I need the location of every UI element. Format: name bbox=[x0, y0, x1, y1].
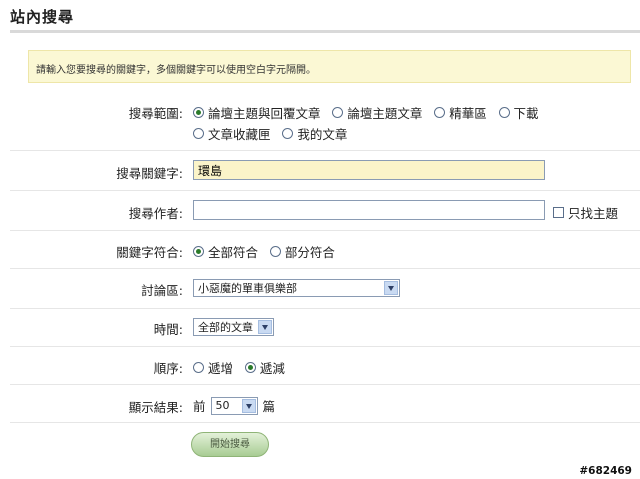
scope-option-featured[interactable]: 精華區 bbox=[434, 103, 487, 122]
scope-option-topics[interactable]: 論壇主題文章 bbox=[332, 103, 422, 122]
author-label: 搜尋作者: bbox=[128, 206, 183, 221]
page-title: 站內搜尋 bbox=[10, 8, 75, 26]
watermark: #682469 bbox=[579, 465, 632, 477]
scope-option-topics-replies[interactable]: 論壇主題與回覆文章 bbox=[193, 103, 321, 122]
scope-option-downloads[interactable]: 下載 bbox=[498, 103, 539, 122]
chevron-down-icon[interactable] bbox=[258, 320, 272, 334]
start-search-button[interactable]: 開始搜尋 bbox=[191, 432, 269, 457]
scope-row: 搜尋範圍: 論壇主題與回覆文章 論壇主題文章 精華區 下載 文章收藏匣 我的文章 bbox=[28, 103, 631, 145]
forum-select[interactable]: 小惡魔的單車俱樂部 bbox=[193, 279, 400, 297]
radio-icon[interactable] bbox=[434, 107, 446, 118]
keyword-row: 搜尋關鍵字: bbox=[28, 160, 631, 182]
results-prefix: 前 bbox=[193, 399, 206, 414]
match-options: 全部符合 部分符合 bbox=[193, 242, 343, 261]
results-row: 顯示結果: 前 50 篇 bbox=[28, 396, 631, 416]
match-option-any[interactable]: 部分符合 bbox=[269, 242, 335, 261]
radio-selected-icon[interactable] bbox=[193, 246, 204, 257]
results-label: 顯示結果: bbox=[128, 400, 183, 415]
match-label: 關鍵字符合: bbox=[116, 245, 183, 260]
topic-only-checkbox[interactable]: 只找主題 bbox=[553, 203, 618, 222]
radio-icon[interactable] bbox=[498, 107, 510, 118]
radio-selected-icon[interactable] bbox=[193, 107, 204, 118]
author-row: 搜尋作者: 只找主題 bbox=[28, 200, 631, 222]
time-label: 時間: bbox=[153, 322, 183, 337]
radio-icon[interactable] bbox=[193, 362, 204, 373]
notice-box: 請輸入您要搜尋的關鍵字，多個關鍵字可以使用空白字元隔開。 bbox=[28, 50, 631, 83]
author-input[interactable] bbox=[193, 200, 545, 220]
order-option-ascending[interactable]: 遞增 bbox=[193, 358, 233, 377]
radio-icon[interactable] bbox=[193, 128, 204, 139]
forum-label: 討論區: bbox=[141, 283, 183, 298]
row-divider bbox=[10, 150, 640, 151]
notice-text: 請輸入您要搜尋的關鍵字，多個關鍵字可以使用空白字元隔開。 bbox=[36, 65, 316, 76]
time-select[interactable]: 全部的文章 bbox=[193, 318, 274, 336]
match-option-all[interactable]: 全部符合 bbox=[193, 242, 258, 261]
keyword-input[interactable] bbox=[193, 160, 545, 180]
match-row: 關鍵字符合: 全部符合 部分符合 bbox=[28, 241, 631, 261]
checkbox-icon[interactable] bbox=[553, 207, 564, 218]
results-suffix: 篇 bbox=[262, 399, 276, 414]
order-label: 順序: bbox=[153, 361, 183, 376]
order-option-descending[interactable]: 遞減 bbox=[244, 358, 285, 377]
row-divider bbox=[10, 346, 640, 347]
title-divider bbox=[10, 30, 640, 33]
forum-row: 討論區: 小惡魔的單車俱樂部 bbox=[28, 279, 631, 299]
scope-option-my-posts[interactable]: 我的文章 bbox=[282, 124, 347, 143]
results-select-value: 50 bbox=[215, 399, 230, 412]
row-divider bbox=[10, 308, 640, 309]
results-control: 前 50 篇 bbox=[193, 396, 275, 415]
keyword-label: 搜尋關鍵字: bbox=[116, 166, 183, 181]
scope-label: 搜尋範圍: bbox=[128, 106, 183, 121]
radio-icon[interactable] bbox=[282, 128, 294, 139]
chevron-down-icon[interactable] bbox=[384, 281, 398, 295]
row-divider bbox=[10, 230, 640, 231]
forum-select-value: 小惡魔的單車俱樂部 bbox=[198, 282, 297, 295]
row-divider bbox=[10, 384, 640, 385]
row-divider bbox=[10, 422, 640, 423]
radio-selected-icon[interactable] bbox=[244, 362, 256, 373]
radio-icon[interactable] bbox=[332, 107, 344, 118]
scope-options: 論壇主題與回覆文章 論壇主題文章 精華區 下載 文章收藏匣 我的文章 bbox=[193, 103, 613, 145]
radio-icon[interactable] bbox=[269, 246, 281, 257]
order-options: 遞增 遞減 bbox=[193, 358, 293, 377]
results-select[interactable]: 50 bbox=[210, 396, 258, 415]
scope-option-favorites[interactable]: 文章收藏匣 bbox=[193, 124, 271, 143]
time-row: 時間: 全部的文章 bbox=[28, 318, 631, 338]
chevron-down-icon[interactable] bbox=[241, 398, 256, 413]
row-divider bbox=[10, 190, 640, 191]
row-divider bbox=[10, 268, 640, 269]
time-select-value: 全部的文章 bbox=[198, 321, 253, 334]
order-row: 順序: 遞增 遞減 bbox=[28, 357, 631, 377]
